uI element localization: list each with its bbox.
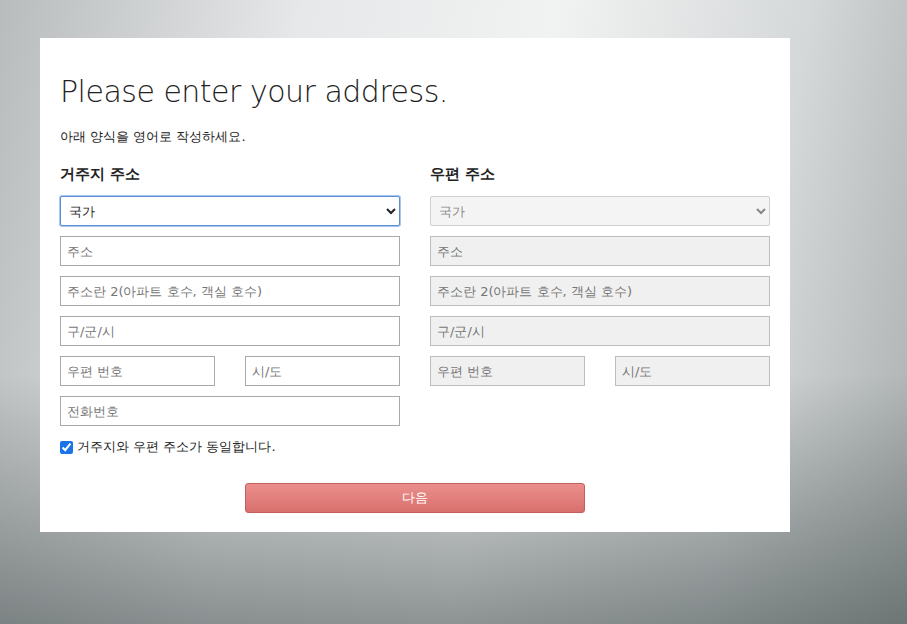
country-select[interactable]: 국가 xyxy=(60,196,400,226)
phone-input[interactable] xyxy=(60,396,400,426)
address-card: Please enter your address. 아래 양식을 영어로 작성… xyxy=(40,38,790,532)
postal-code-input[interactable] xyxy=(430,356,585,386)
state-input[interactable] xyxy=(615,356,770,386)
address-input[interactable] xyxy=(430,236,770,266)
address-fields: 국가 xyxy=(430,196,770,386)
address-columns: 거주지 주소 국가 우편 주소 국가 xyxy=(60,164,770,426)
checkbox[interactable] xyxy=(60,441,73,454)
address-input[interactable] xyxy=(430,316,770,346)
page-title: Please enter your address. xyxy=(60,74,770,110)
address-section: 우편 주소 국가 xyxy=(430,164,770,426)
page-subtitle: 아래 양식을 영어로 작성하세요. xyxy=(60,128,770,146)
postal-code-input[interactable] xyxy=(60,356,215,386)
state-input[interactable] xyxy=(245,356,400,386)
next-button[interactable]: 다음 xyxy=(245,483,585,513)
section-heading: 거주지 주소 xyxy=(60,164,400,184)
address-input[interactable] xyxy=(430,276,770,306)
country-select[interactable]: 국가 xyxy=(430,196,770,226)
checkbox-label: 거주지와 우편 주소가 동일합니다. xyxy=(77,438,276,456)
address-section: 거주지 주소 국가 xyxy=(60,164,400,426)
postal-state-row xyxy=(60,356,400,386)
background-photo: Please enter your address. 아래 양식을 영어로 작성… xyxy=(0,0,907,624)
section-heading: 우편 주소 xyxy=(430,164,770,184)
address-input[interactable] xyxy=(60,236,400,266)
address-input[interactable] xyxy=(60,276,400,306)
address-fields: 국가 xyxy=(60,196,400,426)
postal-state-row xyxy=(430,356,770,386)
same-address-checkbox[interactable]: 거주지와 우편 주소가 동일합니다. xyxy=(60,438,770,456)
address-input[interactable] xyxy=(60,316,400,346)
button-row: 다음 xyxy=(60,483,770,513)
